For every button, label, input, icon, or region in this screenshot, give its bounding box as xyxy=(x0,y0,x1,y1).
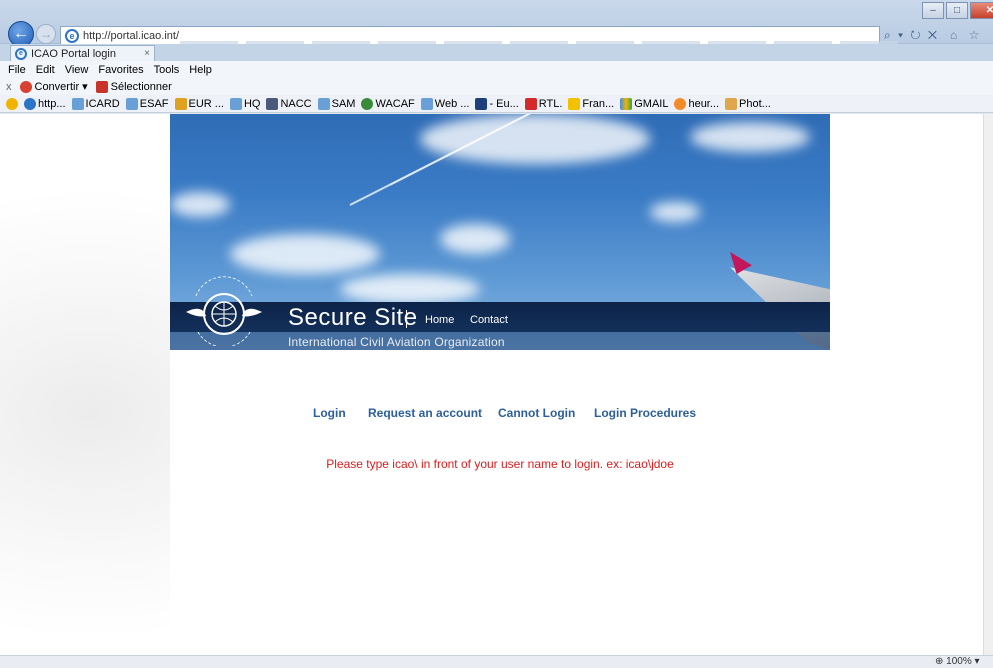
fav-item-icard[interactable]: ICARD xyxy=(71,97,120,110)
fav-item-eu[interactable]: - Eu... xyxy=(475,97,519,110)
icao-emblem-logo xyxy=(186,276,262,346)
dropdown-arrow-icon: ▾ xyxy=(82,81,88,93)
fav-item-fran[interactable]: Fran... xyxy=(568,97,614,110)
tab-row: e ICAO Portal login × xyxy=(0,44,993,61)
fav-item-nacc[interactable]: NACC xyxy=(266,97,312,110)
select-button[interactable]: Sélectionner xyxy=(95,80,172,93)
ie-favicon-icon xyxy=(24,97,36,110)
maximize-button[interactable]: □ xyxy=(946,2,968,19)
favorites-star-icon[interactable] xyxy=(6,97,18,110)
menu-tools[interactable]: Tools xyxy=(154,64,180,76)
login-link[interactable]: Login xyxy=(313,406,346,420)
rtl-favicon-icon xyxy=(524,97,537,110)
login-links: Login Request an account Cannot Login Lo… xyxy=(170,406,830,424)
menu-edit[interactable]: Edit xyxy=(36,64,55,76)
fav-item-rtl[interactable]: RTL. xyxy=(524,97,562,110)
clock-favicon-icon xyxy=(674,97,687,110)
status-bar xyxy=(0,655,993,668)
convert-button[interactable]: Convertir ▾ xyxy=(19,80,88,93)
fav-item-phot[interactable]: Phot... xyxy=(725,97,771,110)
gmail-favicon-icon xyxy=(620,97,633,110)
menu-view[interactable]: View xyxy=(65,64,89,76)
ie-tab-icon: e xyxy=(15,47,27,60)
organization-name: International Civil Aviation Organizatio… xyxy=(288,335,505,349)
fav-item-web[interactable]: Web ... xyxy=(420,97,469,110)
ie-favicon-icon xyxy=(317,97,330,110)
favorites-bar: http... ICARD ESAF EUR ... HQ NACC SAM W… xyxy=(0,95,993,113)
zoom-level: 100% xyxy=(946,656,972,667)
menu-favorites[interactable]: Favorites xyxy=(98,64,143,76)
forward-arrow-icon: → xyxy=(40,27,52,41)
colorful-favicon-icon xyxy=(174,97,187,110)
ie-page-icon: e xyxy=(65,28,79,43)
command-bar-close-icon[interactable]: x xyxy=(6,81,12,93)
menu-help[interactable]: Help xyxy=(189,64,212,76)
header-banner: Secure Site Home Contact International C… xyxy=(170,114,830,350)
forward-button[interactable]: → xyxy=(36,24,56,44)
square-favicon-icon xyxy=(475,97,488,110)
menu-bar: File Edit View Favorites Tools Help xyxy=(0,61,993,78)
fav-item-eur[interactable]: EUR ... xyxy=(174,97,224,110)
zoom-dropdown-icon: ▾ xyxy=(974,656,980,667)
fav-item-gmail[interactable]: GMAIL xyxy=(620,97,668,110)
request-account-link[interactable]: Request an account xyxy=(368,406,482,420)
ie-favicon-icon xyxy=(125,97,138,110)
menu-file[interactable]: File xyxy=(8,64,26,76)
fav-item-http[interactable]: http... xyxy=(24,97,66,110)
cannot-login-link[interactable]: Cannot Login xyxy=(498,406,575,420)
login-notice: Please type icao\ in front of your user … xyxy=(326,457,674,471)
url-text[interactable]: http://portal.icao.int/ xyxy=(83,30,179,42)
flag-favicon-icon xyxy=(266,97,279,110)
ie-favicon-icon xyxy=(71,97,84,110)
minimize-button[interactable]: ‒ xyxy=(922,2,944,19)
window-buttons: ‒ □ ✕ xyxy=(922,2,993,19)
ie-favicon-icon xyxy=(229,97,242,110)
convert-label: Convertir xyxy=(34,80,80,93)
ie-favicon-icon xyxy=(420,97,433,110)
folder-favicon-icon xyxy=(568,97,581,110)
zoom-control[interactable]: ⊕ 100% ▾ xyxy=(935,656,980,667)
convert-icon xyxy=(19,80,32,93)
select-label: Sélectionner xyxy=(110,80,172,93)
fav-item-heur[interactable]: heur... xyxy=(674,97,719,110)
fav-item-sam[interactable]: SAM xyxy=(317,97,355,110)
photo-favicon-icon xyxy=(725,97,738,110)
command-bar: x Convertir ▾ Sélectionner xyxy=(0,78,993,95)
back-arrow-icon: ← xyxy=(13,25,29,42)
site-title: Secure Site xyxy=(288,304,418,331)
select-icon xyxy=(95,80,108,93)
vertical-scrollbar[interactable] xyxy=(983,114,993,655)
fav-item-hq[interactable]: HQ xyxy=(229,97,260,110)
tab-icao-portal[interactable]: e ICAO Portal login × xyxy=(10,45,155,61)
title-divider xyxy=(406,310,407,328)
zoom-icon: ⊕ xyxy=(935,656,944,667)
fav-item-esaf[interactable]: ESAF xyxy=(125,97,169,110)
close-window-button[interactable]: ✕ xyxy=(970,2,993,19)
tab-title: ICAO Portal login xyxy=(31,47,116,60)
tab-close-icon[interactable]: × xyxy=(144,48,150,59)
nav-contact-link[interactable]: Contact xyxy=(470,314,508,326)
airplane-winglet-image xyxy=(730,252,752,274)
page-content: Secure Site Home Contact International C… xyxy=(170,114,830,655)
fav-item-wacaf[interactable]: WACAF xyxy=(361,97,415,110)
nav-home-link[interactable]: Home xyxy=(425,314,454,326)
globe-favicon-icon xyxy=(361,97,374,110)
login-procedures-link[interactable]: Login Procedures xyxy=(594,406,696,420)
